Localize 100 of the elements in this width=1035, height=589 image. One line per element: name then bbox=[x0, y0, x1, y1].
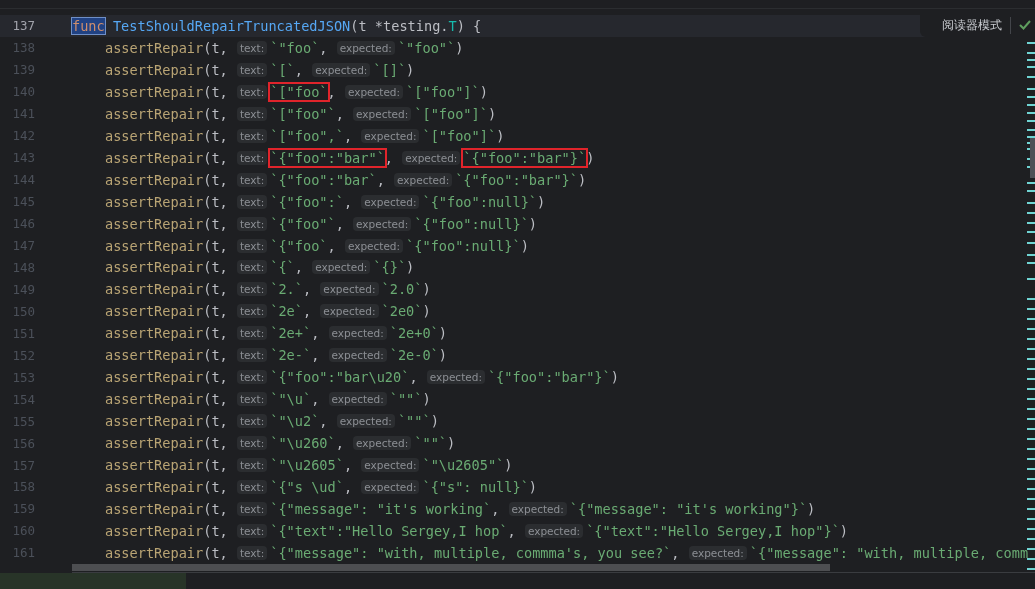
function-call: assertRepair bbox=[105, 391, 204, 408]
parameter-hint: expected: bbox=[353, 216, 412, 231]
string-literal: `{"foo"` bbox=[269, 214, 337, 234]
string-literal: `2.` bbox=[269, 280, 304, 300]
parameter-hint: text: bbox=[236, 392, 268, 407]
parameter-hint: text: bbox=[236, 128, 268, 143]
code-punctuation: , bbox=[319, 39, 329, 56]
code-token: ) { bbox=[456, 17, 482, 34]
code-punctuation: ) bbox=[839, 522, 849, 539]
string-literal: `{"foo":"bar"` bbox=[268, 147, 387, 168]
parameter-hint: text: bbox=[236, 282, 268, 297]
function-call: assertRepair bbox=[105, 193, 204, 210]
code-punctuation: ) bbox=[610, 369, 619, 386]
string-literal: `["foo"]` bbox=[421, 126, 498, 146]
string-literal: `{"foo":"bar"}` bbox=[454, 170, 579, 190]
string-literal: `["foo"` bbox=[269, 104, 337, 124]
code-punctuation: (t, bbox=[203, 83, 229, 100]
code-punctuation: (t, bbox=[203, 105, 229, 122]
code-punctuation: (t, bbox=[203, 237, 229, 254]
code-punctuation: , bbox=[311, 391, 321, 408]
function-call: assertRepair bbox=[105, 500, 204, 517]
code-punctuation: ) bbox=[438, 325, 447, 342]
code-punctuation: , bbox=[343, 193, 354, 210]
code-punctuation: (t, bbox=[203, 457, 229, 474]
parameter-hint: text: bbox=[236, 238, 268, 253]
parameter-hint: text: bbox=[236, 501, 268, 516]
parameter-hint: text: bbox=[236, 436, 268, 451]
parameter-hint: expected: bbox=[328, 348, 387, 363]
check-icon[interactable] bbox=[1019, 20, 1031, 30]
function-call: assertRepair bbox=[105, 39, 204, 56]
code-punctuation: , bbox=[507, 522, 517, 539]
parameter-hint: expected: bbox=[353, 436, 412, 451]
string-literal: `{"foo":` bbox=[269, 192, 345, 212]
string-literal: `2e0` bbox=[380, 302, 424, 322]
code-punctuation: , bbox=[343, 127, 354, 144]
parameter-hint: expected: bbox=[361, 128, 420, 143]
string-literal: `{"foo":null}` bbox=[405, 236, 522, 256]
parameter-hint: text: bbox=[236, 348, 268, 363]
parameter-hint: expected: bbox=[394, 172, 453, 187]
string-literal: `{"text":"Hello Sergey,I hop` bbox=[269, 521, 509, 541]
string-literal: `{"foo":"bar\u20` bbox=[269, 368, 411, 388]
parameter-hint: text: bbox=[236, 523, 268, 538]
string-literal: `{"foo":null}` bbox=[413, 214, 530, 234]
string-literal: `[]` bbox=[372, 60, 408, 80]
parameter-hint: text: bbox=[236, 150, 268, 165]
code-punctuation: ) bbox=[528, 479, 538, 495]
string-literal: `"\u2605"` bbox=[421, 456, 506, 476]
string-literal: `""` bbox=[396, 412, 432, 432]
string-literal: `"\u` bbox=[269, 390, 313, 410]
code-punctuation: ) bbox=[447, 435, 456, 452]
code-punctuation: ) bbox=[422, 391, 431, 408]
parameter-hint: text: bbox=[236, 216, 268, 231]
scrollbar-thumb[interactable] bbox=[72, 564, 830, 571]
code-punctuation: , bbox=[335, 105, 345, 122]
parameter-hint: expected: bbox=[344, 238, 404, 253]
function-call: assertRepair bbox=[105, 457, 204, 474]
code-punctuation: ) bbox=[422, 303, 431, 320]
function-call: assertRepair bbox=[105, 105, 204, 122]
string-literal: `["foo"]` bbox=[413, 104, 489, 124]
parameter-hint: text: bbox=[236, 106, 268, 121]
string-literal: `[` bbox=[269, 60, 296, 80]
string-literal: `{"foo":null}` bbox=[421, 192, 539, 212]
code-punctuation: ) bbox=[528, 215, 538, 232]
code-punctuation: , bbox=[311, 325, 321, 342]
line-number: 137 bbox=[11, 18, 35, 34]
parameter-hint: expected: bbox=[524, 523, 584, 538]
code-punctuation: (t, bbox=[203, 500, 229, 517]
string-literal: `2e` bbox=[269, 302, 304, 322]
parameter-hint: expected: bbox=[312, 260, 371, 275]
code-punctuation: , bbox=[311, 347, 321, 364]
parameter-hint: expected: bbox=[361, 458, 420, 473]
code-punctuation: (t, bbox=[203, 347, 229, 364]
scrollbar-thumb[interactable] bbox=[1030, 138, 1035, 178]
code-punctuation: , bbox=[376, 171, 386, 188]
parameter-hint: text: bbox=[236, 40, 268, 55]
string-literal: `2e-0` bbox=[388, 346, 440, 366]
code-punctuation: (t, bbox=[203, 544, 229, 561]
code-punctuation: ) bbox=[438, 347, 447, 364]
parameter-hint: text: bbox=[236, 414, 268, 429]
string-literal: `2e+0` bbox=[388, 324, 440, 344]
code-punctuation: , bbox=[303, 303, 313, 320]
string-literal: `"foo"` bbox=[396, 38, 457, 58]
code-punctuation: ) bbox=[577, 171, 587, 188]
code-punctuation: (t, bbox=[203, 391, 229, 408]
string-literal: `{"message": "it's working"}` bbox=[568, 499, 809, 519]
code-punctuation: (t, bbox=[203, 149, 229, 166]
code-punctuation: (t, bbox=[203, 479, 229, 495]
code-punctuation: (t, bbox=[203, 193, 229, 210]
parameter-hint: text: bbox=[236, 62, 268, 77]
string-literal: `{"foo":"bar` bbox=[269, 170, 378, 190]
string-literal: `{"s \ud` bbox=[269, 478, 345, 497]
parameter-hint: expected: bbox=[320, 304, 379, 319]
parameter-hint: expected: bbox=[361, 194, 420, 209]
parameter-hint: expected: bbox=[344, 84, 404, 99]
string-literal: `{"s": null}` bbox=[421, 478, 530, 497]
string-literal: `2e-` bbox=[269, 346, 313, 366]
parameter-hint: expected: bbox=[508, 501, 567, 516]
code-punctuation: (t, bbox=[203, 171, 229, 188]
parameter-hint: expected: bbox=[336, 414, 395, 429]
function-call: assertRepair bbox=[105, 237, 204, 254]
